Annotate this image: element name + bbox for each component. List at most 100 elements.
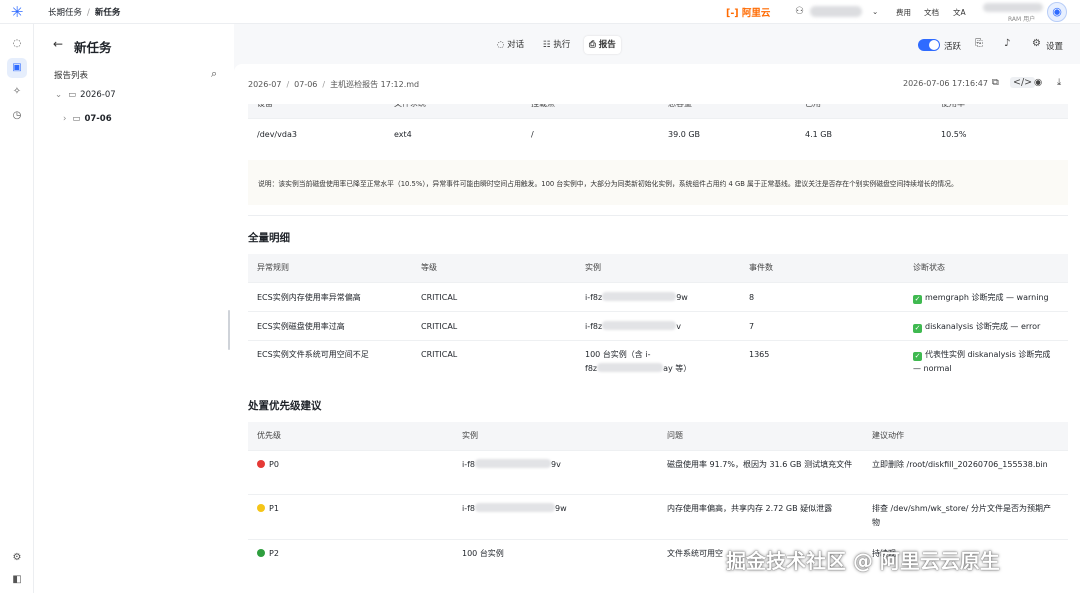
- table-row: /dev/vda3 ext4 / 39.0 GB 4.1 GB 10.5%: [248, 117, 1068, 147]
- account-icon: ⚇: [795, 6, 804, 17]
- account-name-redacted[interactable]: [810, 6, 862, 17]
- table-header-row: 优先级 实例 问题 建议动作: [248, 422, 1068, 450]
- document-icon: ⎙: [589, 40, 596, 50]
- table-header: 等级: [412, 254, 576, 282]
- table-cell: 立即删除 /root/diskfill_20260706_155538.bin: [863, 449, 1068, 494]
- table-row: ECS实例内存使用率异常偏高 CRITICAL i-f8z 9w 8 ✓ memgr…: [248, 281, 1068, 311]
- table-row: P0 i-f8 9v 磁盘使用率 91.7%，根因为 31.6 GB 测试填充文件…: [248, 449, 1068, 494]
- diagnosis-status: memgraph 诊断完成 — warning: [925, 292, 1049, 302]
- instance-id-prefix: i-f8: [462, 503, 476, 513]
- table-cell: ECS实例磁盘使用率过高: [248, 310, 412, 340]
- file-breadcrumb: 2026-07/07-06/主机巡检报告 17:12.md: [248, 80, 420, 89]
- instance-id-prefix: i-f8z: [585, 321, 603, 331]
- resize-handle[interactable]: [228, 310, 230, 350]
- back-arrow-icon[interactable]: ←: [53, 37, 63, 51]
- table-header: 建议动作: [863, 422, 1068, 450]
- table-header: 设备: [248, 104, 385, 118]
- table-cell: ext4: [385, 117, 522, 147]
- table-cell: CRITICAL: [412, 310, 576, 340]
- table-header: 实例: [576, 254, 740, 282]
- table-cell: P2: [248, 538, 453, 569]
- active-toggle[interactable]: [918, 39, 940, 51]
- check-icon: ✓: [913, 323, 922, 333]
- table-header: 异常规则: [248, 254, 412, 282]
- page-title: 新任务: [74, 40, 112, 55]
- sparkle-icon[interactable]: ✧: [7, 82, 27, 102]
- table-cell: 100 台实例: [453, 538, 658, 569]
- table-cell: ECS实例内存使用率异常偏高: [248, 281, 412, 311]
- collapse-panel-icon[interactable]: ◧: [7, 570, 27, 590]
- docs-link[interactable]: 文档: [924, 7, 939, 18]
- priority-dot: [257, 503, 265, 512]
- redacted-text: [602, 291, 677, 301]
- download-icon[interactable]: ⤓: [1057, 77, 1061, 88]
- chevron-down-icon[interactable]: ⌄: [872, 7, 878, 16]
- table-cell: i-f8 9v: [453, 449, 658, 494]
- redacted-text: [475, 502, 556, 512]
- breadcrumb-item-long-tasks[interactable]: 长期任务: [48, 8, 82, 18]
- tree-folder-label: 07-06: [84, 114, 112, 124]
- table-header: 文件系统: [385, 104, 522, 118]
- bell-icon[interactable]: ♪: [1004, 38, 1010, 49]
- copy-icon[interactable]: ⧉: [992, 77, 999, 88]
- file-path-year[interactable]: 2026-07: [248, 80, 281, 89]
- diagnosis-status: 代表性实例 diskanalysis 诊断完成 — normal: [913, 349, 1051, 373]
- table-header: 问题: [658, 422, 863, 450]
- instance-id-mid: f8z: [585, 363, 598, 373]
- instance-id-suffix: 9v: [551, 459, 561, 469]
- table-cell: 7: [740, 310, 904, 340]
- history-icon[interactable]: ◷: [7, 106, 27, 126]
- table-cell: ✓ 代表性实例 diskanalysis 诊断完成 — normal: [904, 339, 1068, 381]
- table-header: 使用率: [932, 104, 1068, 118]
- aliyun-logo[interactable]: [-] 阿里云: [726, 5, 770, 19]
- left-rail: ◌ ▣ ✧ ◷ ⚙ ◧: [0, 24, 34, 593]
- breadcrumb: 长期任务 / 新任务: [48, 8, 121, 18]
- breadcrumb-item-new-task: 新任务: [94, 8, 121, 18]
- table-cell: 内存使用率偏高，共享内存 2.72 GB 疑似泄露: [658, 493, 863, 539]
- tree-folder-07-06[interactable]: › ▭ 07-06: [63, 114, 112, 124]
- table-cell: ✓ memgraph 诊断完成 — warning: [904, 281, 1068, 311]
- detail-table: 异常规则 等级 实例 事件数 诊断状态 ECS实例内存使用率异常偏高 CRITI…: [248, 254, 1068, 381]
- priority-level: P2: [269, 548, 279, 558]
- report-sidebar: [34, 24, 234, 593]
- user-role-label: RAM 用户: [1008, 16, 1036, 23]
- watermark: 掘金技术社区 @ 阿里云云原生: [726, 549, 1000, 573]
- table-row: P1 i-f8 9w 内存使用率偏高，共享内存 2.72 GB 疑似泄露 排查 /…: [248, 493, 1068, 539]
- settings-gear-icon[interactable]: ⚙: [7, 548, 27, 568]
- settings-label[interactable]: 设置: [1046, 40, 1063, 52]
- diagnosis-status: diskanalysis 诊断完成 — error: [925, 321, 1041, 331]
- app-logo-icon[interactable]: ✳: [9, 4, 25, 20]
- file-path-day[interactable]: 07-06: [294, 80, 317, 89]
- code-view-icon[interactable]: </>: [1010, 77, 1036, 88]
- tree-folder-label: 2026-07: [80, 90, 116, 100]
- tab-report[interactable]: ⎙ 报告: [584, 36, 621, 54]
- tasks-icon[interactable]: ▣: [7, 58, 27, 78]
- table-cell: P1: [248, 493, 453, 539]
- table-cell: 排查 /dev/shm/wk_store/ 分片文件是否为预期产物: [863, 493, 1068, 539]
- table-cell: 100 台实例（含 i-f8z ay 等）: [576, 339, 740, 381]
- user-avatar[interactable]: ◉: [1047, 2, 1067, 22]
- table-cell: i-f8z 9w: [576, 281, 740, 311]
- table-cell: ECS实例文件系统可用空间不足: [248, 339, 412, 381]
- redacted-text: [475, 458, 552, 468]
- divider: [248, 215, 1068, 216]
- instance-id-prefix: i-f8: [462, 459, 476, 469]
- settings-sliders-icon[interactable]: ⚙: [1032, 38, 1041, 49]
- instance-id-suffix: ay 等）: [663, 363, 692, 373]
- search-icon[interactable]: ⌕: [211, 67, 217, 81]
- top-bar: ✳ 长期任务 / 新任务 [-] 阿里云 ⚇ ⌄ 费用 文档 文A RAM 用户 ◉: [0, 0, 1080, 24]
- tab-report-label: 报告: [598, 40, 616, 50]
- section-title-detail: 全量明细: [248, 232, 290, 244]
- chat-icon[interactable]: ◌: [7, 34, 27, 54]
- chevron-down-icon: ⌄: [55, 90, 63, 100]
- tab-chat[interactable]: ◌ 对话: [492, 36, 529, 54]
- folder-icon: ▭: [72, 114, 81, 124]
- clipboard-icon[interactable]: ⎘: [975, 38, 983, 49]
- billing-link[interactable]: 费用: [896, 7, 911, 18]
- preview-eye-icon[interactable]: ◉: [1034, 77, 1042, 88]
- language-icon[interactable]: 文A: [953, 7, 966, 18]
- report-list-label: 报告列表: [54, 71, 89, 81]
- tree-folder-2026-07[interactable]: ⌄ ▭ 2026-07: [55, 90, 116, 100]
- table-cell: 1365: [740, 339, 904, 381]
- tab-execute[interactable]: ☷ 执行: [538, 36, 575, 54]
